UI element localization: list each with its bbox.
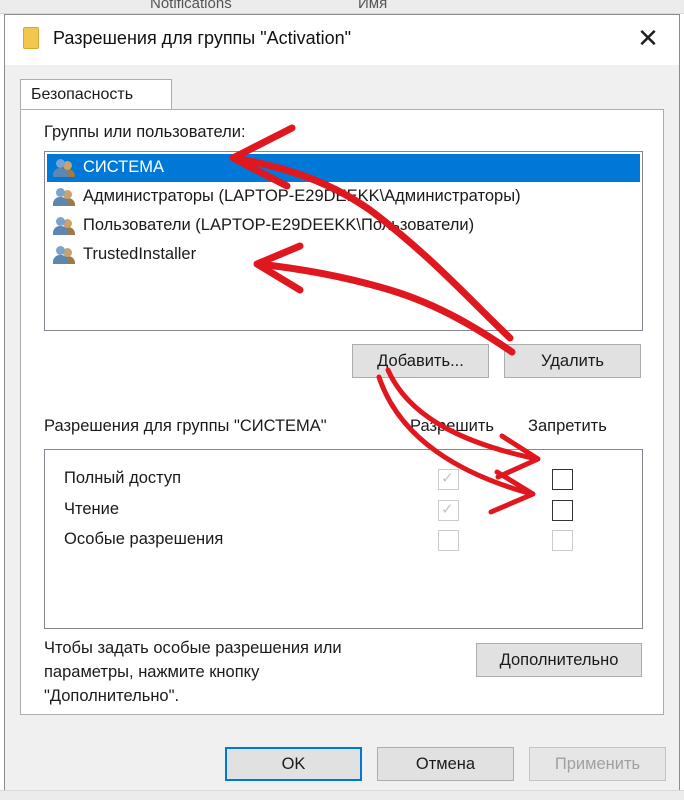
tab-security[interactable]: Безопасность bbox=[20, 79, 172, 110]
add-button[interactable]: Добавить... bbox=[352, 344, 489, 378]
allow-checkbox-read: ✓ bbox=[438, 500, 459, 521]
folder-icon bbox=[23, 27, 39, 49]
background-window-strip: Notifications Имя bbox=[0, 0, 684, 14]
permission-full-control: Полный доступ bbox=[64, 469, 182, 487]
user-name: СИСТЕМА bbox=[83, 158, 164, 176]
deny-column-header: Запретить bbox=[528, 417, 607, 435]
permissions-dialog: Разрешения для группы "Activation" ✕ Без… bbox=[4, 14, 680, 796]
dialog-title: Разрешения для группы "Activation" bbox=[53, 28, 352, 48]
permission-special: Особые разрешения bbox=[64, 530, 224, 548]
list-item-users[interactable]: Пользователи (LAPTOP-E29DEEKK\Пользовате… bbox=[47, 212, 640, 240]
allow-column-header: Разрешить bbox=[410, 417, 494, 435]
advanced-hint-line-1: Чтобы задать особые разрешения или bbox=[44, 639, 342, 657]
cancel-button[interactable]: Отмена bbox=[377, 747, 514, 781]
list-item-system[interactable]: СИСТЕМА bbox=[47, 154, 640, 182]
background-name-column: Имя bbox=[358, 0, 388, 12]
security-tab-panel: Группы или пользователи: СИСТЕМА Админис… bbox=[20, 109, 664, 715]
list-item-trustedinstaller[interactable]: TrustedInstaller bbox=[47, 241, 640, 269]
advanced-hint-line-2: параметры, нажмите кнопку bbox=[44, 663, 260, 681]
user-name: TrustedInstaller bbox=[83, 245, 197, 263]
list-item-administrators[interactable]: Администраторы (LAPTOP-E29DEEKK\Админист… bbox=[47, 183, 640, 211]
background-window-strip-bottom bbox=[0, 790, 684, 800]
users-group-icon bbox=[53, 246, 75, 264]
deny-checkbox-special bbox=[552, 530, 573, 551]
remove-button[interactable]: Удалить bbox=[504, 344, 641, 378]
permissions-list: Полный доступ ✓ Чтение ✓ Особые разрешен… bbox=[44, 449, 643, 629]
user-name: Пользователи (LAPTOP-E29DEEKK\Пользовате… bbox=[83, 216, 475, 234]
allow-checkbox-full-control: ✓ bbox=[438, 469, 459, 490]
background-notifications-text: Notifications bbox=[150, 0, 232, 12]
users-group-icon bbox=[53, 217, 75, 235]
permissions-label: Разрешения для группы "СИСТЕМА" bbox=[44, 417, 327, 435]
apply-button: Применить bbox=[529, 747, 666, 781]
allow-checkbox-special bbox=[438, 530, 459, 551]
user-name: Администраторы (LAPTOP-E29DEEKK\Админист… bbox=[83, 187, 521, 205]
ok-button[interactable]: OK bbox=[225, 747, 362, 781]
users-group-icon bbox=[53, 159, 75, 177]
close-icon[interactable]: ✕ bbox=[633, 23, 663, 53]
users-list[interactable]: СИСТЕМА Администраторы (LAPTOP-E29DEEKK\… bbox=[44, 151, 643, 331]
deny-checkbox-read[interactable] bbox=[552, 500, 573, 521]
permission-read: Чтение bbox=[64, 500, 120, 518]
users-group-icon bbox=[53, 188, 75, 206]
advanced-button[interactable]: Дополнительно bbox=[476, 643, 642, 677]
advanced-hint-line-3: "Дополнительно". bbox=[44, 687, 180, 705]
groups-label: Группы или пользователи: bbox=[44, 123, 246, 141]
title-bar: Разрешения для группы "Activation" ✕ bbox=[5, 15, 679, 65]
deny-checkbox-full-control[interactable] bbox=[552, 469, 573, 490]
